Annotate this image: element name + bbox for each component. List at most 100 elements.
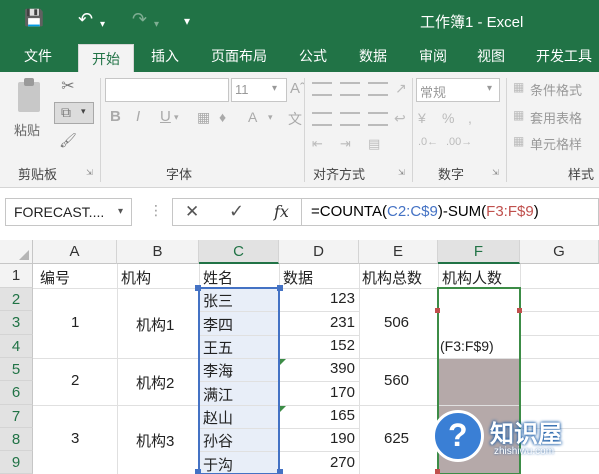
group-number-cell[interactable]: 2 <box>71 372 79 389</box>
insert-function-icon[interactable]: fx <box>274 202 289 221</box>
paste-label[interactable]: 粘贴 <box>14 120 40 139</box>
phonetic-icon[interactable]: 文 <box>288 109 302 129</box>
tab-file[interactable]: 文件 <box>8 40 68 72</box>
formula-input[interactable]: =COUNTA(C2:C$9)-SUM(F3:F$9) <box>302 198 599 226</box>
align-top-icon[interactable] <box>312 82 332 96</box>
enter-icon[interactable]: ✓ <box>229 201 244 222</box>
tab-insert[interactable]: 插入 <box>138 40 192 72</box>
group-org-cell[interactable]: 机构1 <box>136 314 174 335</box>
row-header-1[interactable]: 1 <box>0 264 33 288</box>
row-header-3[interactable]: 3 <box>0 311 33 335</box>
group-total-cell[interactable]: 506 <box>384 314 409 331</box>
range-handle-icon[interactable] <box>435 308 440 313</box>
alignment-launcher-icon[interactable]: ⇲ <box>398 168 405 177</box>
decrease-indent-icon[interactable]: ⇤ <box>312 136 323 152</box>
font-color-icon[interactable]: A <box>248 109 257 125</box>
number-format-dropdown-icon[interactable]: ▾ <box>487 83 492 94</box>
wrap-text-icon[interactable]: ↩ <box>394 110 406 127</box>
align-center-icon[interactable] <box>340 112 360 126</box>
column-header-e[interactable]: E <box>359 240 438 264</box>
undo-icon[interactable]: ↶ <box>78 8 93 30</box>
comma-icon[interactable]: , <box>468 110 472 126</box>
column-header-c[interactable]: C <box>199 240 279 264</box>
underline-dropdown-icon[interactable]: ▾ <box>174 112 179 123</box>
align-middle-icon[interactable] <box>340 82 360 96</box>
row-header-9[interactable]: 9 <box>0 451 33 474</box>
tab-review[interactable]: 审阅 <box>408 40 458 72</box>
header-cell-name[interactable]: 姓名 <box>203 267 233 288</box>
column-header-f[interactable]: F <box>438 240 520 264</box>
row-header-2[interactable]: 2 <box>0 288 33 311</box>
header-cell-org-count[interactable]: 机构人数 <box>442 267 502 288</box>
bold-button[interactable]: B <box>110 108 121 125</box>
header-cell-data[interactable]: 数据 <box>283 267 313 288</box>
group-total-cell[interactable]: 560 <box>384 372 409 389</box>
worksheet-grid[interactable]: A B C D E F G 1 2 3 4 5 6 7 8 9 编号 机构 姓名… <box>0 240 599 474</box>
italic-button[interactable]: I <box>136 108 140 125</box>
increase-font-icon[interactable]: Aˆ <box>290 80 305 97</box>
increase-decimal-icon[interactable]: .0← <box>418 136 438 148</box>
row-header-5[interactable]: 5 <box>0 358 33 381</box>
header-cell-org-total[interactable]: 机构总数 <box>362 267 422 288</box>
range-handle-icon[interactable] <box>195 285 201 291</box>
name-box[interactable]: FORECAST.... ▾ <box>5 198 132 226</box>
error-indicator-icon[interactable] <box>280 359 286 365</box>
range-handle-icon[interactable] <box>277 285 283 291</box>
value-cell[interactable]: 231 <box>330 314 355 331</box>
cell-styles-button[interactable]: 单元格样 <box>530 134 582 153</box>
font-size-input[interactable]: 11 ▾ <box>231 78 287 102</box>
column-header-a[interactable]: A <box>33 240 117 264</box>
copy-button[interactable]: ⧉ ▾ <box>54 102 94 124</box>
value-cell[interactable]: 270 <box>330 454 355 471</box>
row-header-8[interactable]: 8 <box>0 428 33 451</box>
redo-dropdown-icon[interactable]: ▾ <box>154 14 159 36</box>
value-cell[interactable]: 190 <box>330 430 355 447</box>
align-bottom-icon[interactable] <box>368 82 388 96</box>
redo-icon[interactable]: ↷ <box>132 8 147 30</box>
range-handle-icon[interactable] <box>435 469 440 474</box>
value-cell[interactable]: 123 <box>330 290 355 307</box>
splitter-handle-icon[interactable]: ⋮ <box>149 202 163 219</box>
tab-formulas[interactable]: 公式 <box>288 40 338 72</box>
cut-icon[interactable]: ✂ <box>58 76 78 96</box>
row-header-7[interactable]: 7 <box>0 405 33 428</box>
font-color-dropdown-icon[interactable]: ▾ <box>268 112 273 123</box>
fill-color-icon[interactable]: ♦ <box>219 109 226 125</box>
header-cell-org[interactable]: 机构 <box>121 267 151 288</box>
column-header-d[interactable]: D <box>279 240 359 264</box>
value-cell[interactable]: 165 <box>330 407 355 424</box>
range-handle-icon[interactable] <box>517 308 522 313</box>
increase-indent-icon[interactable]: ⇥ <box>340 136 351 152</box>
cancel-icon[interactable]: ✕ <box>185 202 199 222</box>
error-indicator-icon[interactable] <box>280 406 286 412</box>
borders-icon[interactable]: ▦ <box>197 109 210 126</box>
conditional-format-button[interactable]: 条件格式 <box>530 80 582 99</box>
save-icon[interactable]: 💾 <box>24 8 44 30</box>
tab-home[interactable]: 开始 <box>78 44 134 72</box>
group-org-cell[interactable]: 机构3 <box>136 430 174 451</box>
decrease-decimal-icon[interactable]: .00→ <box>446 136 472 148</box>
customize-qat-icon[interactable]: ▾ <box>184 10 190 32</box>
value-cell[interactable]: 152 <box>330 337 355 354</box>
group-total-cell[interactable]: 625 <box>384 430 409 447</box>
clipboard-launcher-icon[interactable]: ⇲ <box>86 168 93 177</box>
column-header-b[interactable]: B <box>117 240 199 264</box>
range-handle-icon[interactable] <box>277 469 283 474</box>
format-as-table-button[interactable]: 套用表格 <box>530 108 582 127</box>
currency-icon[interactable]: ¥ <box>418 110 426 126</box>
group-number-cell[interactable]: 3 <box>71 430 79 447</box>
font-name-input[interactable] <box>105 78 229 102</box>
group-number-cell[interactable]: 1 <box>71 314 79 331</box>
undo-dropdown-icon[interactable]: ▾ <box>100 14 105 36</box>
tab-data[interactable]: 数据 <box>346 40 400 72</box>
value-cell[interactable]: 390 <box>330 360 355 377</box>
percent-icon[interactable]: % <box>442 110 454 126</box>
number-format-select[interactable]: 常规 ▾ <box>416 78 500 102</box>
value-cell[interactable]: 170 <box>330 384 355 401</box>
tab-page-layout[interactable]: 页面布局 <box>200 40 278 72</box>
copy-dropdown-icon[interactable]: ▾ <box>81 106 86 117</box>
number-launcher-icon[interactable]: ⇲ <box>492 168 499 177</box>
select-all-corner[interactable] <box>0 240 33 264</box>
align-right-icon[interactable] <box>368 112 388 126</box>
tab-developer[interactable]: 开发工具 <box>526 40 599 72</box>
